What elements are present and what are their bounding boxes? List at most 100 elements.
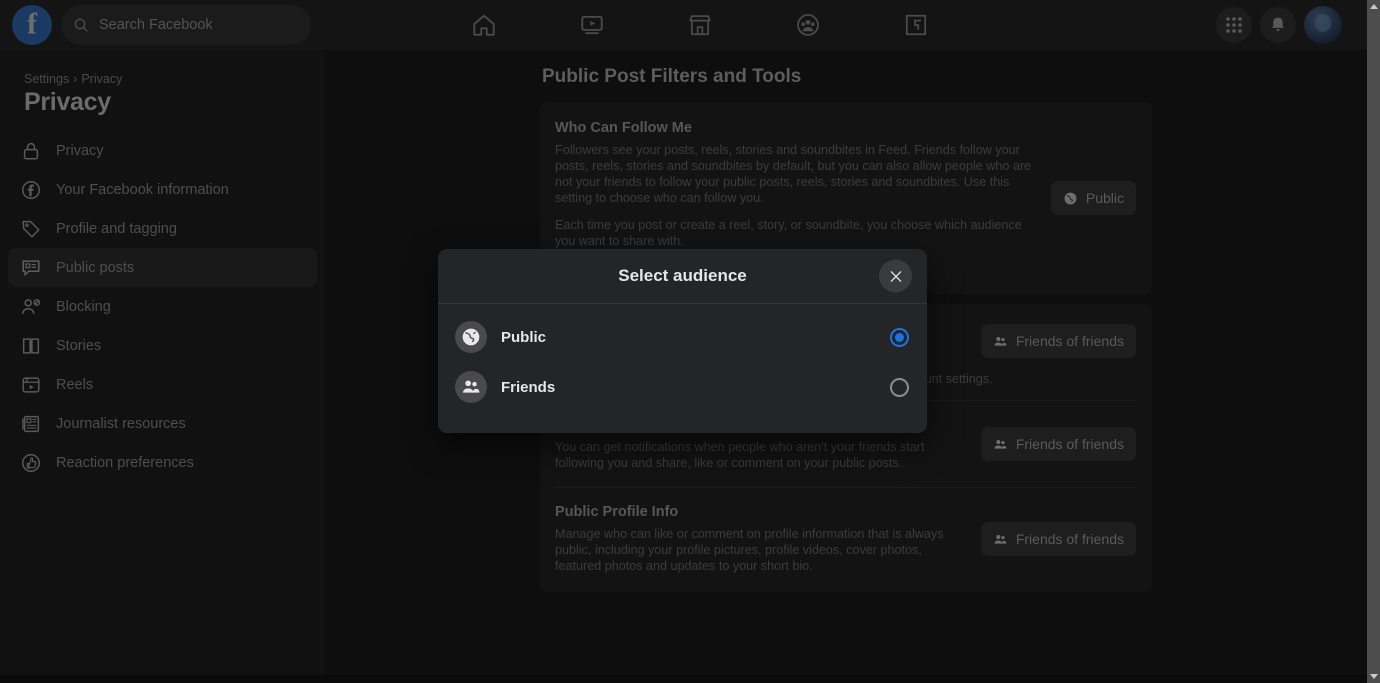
menu-grid-button[interactable] xyxy=(1216,7,1252,43)
reels-play-icon xyxy=(20,374,42,396)
nav-center-group xyxy=(430,0,970,50)
card-body: Public Profile Info Manage who can like … xyxy=(540,488,1152,590)
audience-selector-button[interactable]: Public xyxy=(1051,181,1136,215)
facebook-circle-icon xyxy=(20,179,42,201)
groups-icon xyxy=(795,12,821,38)
setting-description: Followers see your posts, reels, stories… xyxy=(555,142,1037,206)
friends-icon xyxy=(461,377,481,397)
select-audience-dialog: Select audience Public xyxy=(438,249,927,433)
breadcrumb-current: Privacy xyxy=(81,72,122,86)
breadcrumb-separator: › xyxy=(73,72,77,86)
nav-home-button[interactable] xyxy=(430,0,538,50)
pill-label: Friends of friends xyxy=(1016,531,1124,547)
sidebar-item-label: Your Facebook information xyxy=(56,182,229,198)
nav-groups-button[interactable] xyxy=(754,0,862,50)
sidebar-item-your-facebook-information[interactable]: Your Facebook information xyxy=(8,170,317,209)
sidebar-item-label: Blocking xyxy=(56,299,111,315)
nav-gaming-button[interactable] xyxy=(862,0,970,50)
friends-icon xyxy=(993,334,1008,349)
gaming-icon xyxy=(903,12,929,38)
setting-heading: Public Profile Info xyxy=(555,504,967,520)
facebook-logo-icon[interactable]: f xyxy=(12,5,52,45)
chevron-up-icon xyxy=(1370,4,1378,9)
sidebar-item-stories[interactable]: Stories xyxy=(8,326,317,365)
globe-icon xyxy=(1063,191,1078,206)
nav-right-group xyxy=(1216,0,1342,50)
audience-selector-button[interactable]: Friends of friends xyxy=(981,522,1136,556)
sidebar-item-journalist-resources[interactable]: Journalist resources xyxy=(8,404,317,443)
setting-heading: Who Can Follow Me xyxy=(555,120,1037,136)
globe-icon xyxy=(461,327,481,347)
audience-option-friends[interactable]: Friends xyxy=(438,362,927,412)
sidebar-item-reels[interactable]: Reels xyxy=(8,365,317,404)
scroll-up-button[interactable] xyxy=(1367,0,1380,13)
audience-option-public[interactable]: Public xyxy=(438,312,927,362)
facebook-privacy-settings-page: f Search Facebook xyxy=(0,0,1380,683)
radio-public[interactable] xyxy=(890,328,909,347)
friends-icon xyxy=(993,437,1008,452)
thumbs-up-icon xyxy=(20,452,42,474)
tag-icon xyxy=(20,218,42,240)
page-title: Privacy xyxy=(8,86,317,131)
sidebar-item-label: Public posts xyxy=(56,260,134,276)
search-icon xyxy=(73,17,89,33)
profile-avatar[interactable] xyxy=(1304,6,1342,44)
breadcrumb: Settings › Privacy xyxy=(8,66,317,86)
top-navigation-bar: f Search Facebook xyxy=(0,0,1367,50)
dialog-header: Select audience xyxy=(438,249,927,304)
option-label: Friends xyxy=(501,379,890,396)
pill-label: Public xyxy=(1086,190,1124,206)
sidebar-item-public-posts[interactable]: Public posts xyxy=(8,248,317,287)
comment-post-icon xyxy=(20,257,42,279)
section-title: Public Post Filters and Tools xyxy=(540,64,1152,102)
sidebar-item-blocking[interactable]: Blocking xyxy=(8,287,317,326)
setting-row: Public Profile Info Manage who can like … xyxy=(555,504,1136,574)
settings-sidebar: Settings›Privacy Privacy Privacy Your Fa… xyxy=(0,50,325,683)
nav-video-button[interactable] xyxy=(538,0,646,50)
option-icon-wrap xyxy=(455,321,487,353)
search-input[interactable]: Search Facebook xyxy=(61,5,311,45)
sidebar-item-label: Privacy xyxy=(56,143,104,159)
setting-description: Each time you post or create a reel, sto… xyxy=(555,217,1037,249)
breadcrumb-root[interactable]: Settings xyxy=(24,72,69,86)
close-icon xyxy=(888,268,904,284)
sidebar-item-label: Journalist resources xyxy=(56,416,186,432)
lock-icon xyxy=(20,140,42,162)
radio-friends[interactable] xyxy=(890,378,909,397)
setting-description: You can get notifications when people wh… xyxy=(555,439,967,471)
pill-label: Friends of friends xyxy=(1016,436,1124,452)
marketplace-icon xyxy=(687,12,713,38)
setting-description: Manage who can like or comment on profil… xyxy=(555,526,967,574)
notifications-bell-icon xyxy=(1268,15,1288,35)
sidebar-item-reaction-preferences[interactable]: Reaction preferences xyxy=(8,443,317,482)
chevron-down-icon xyxy=(1370,674,1378,679)
option-label: Public xyxy=(501,329,890,346)
friends-icon xyxy=(993,532,1008,547)
audience-options-list: Public Friends xyxy=(438,304,927,412)
setting-text: Public Profile Info Manage who can like … xyxy=(555,504,981,574)
browser-scrollbar[interactable] xyxy=(1367,0,1380,683)
block-user-icon xyxy=(20,296,42,318)
nav-marketplace-button[interactable] xyxy=(646,0,754,50)
sidebar-item-privacy[interactable]: Privacy xyxy=(8,131,317,170)
option-icon-wrap xyxy=(455,371,487,403)
sidebar-item-profile-and-tagging[interactable]: Profile and tagging xyxy=(8,209,317,248)
news-icon xyxy=(20,413,42,435)
sidebar-item-label: Reaction preferences xyxy=(56,455,194,471)
book-icon xyxy=(20,335,42,357)
dialog-title: Select audience xyxy=(618,266,747,286)
sidebar-item-label: Stories xyxy=(56,338,101,354)
scroll-down-button[interactable] xyxy=(1367,670,1380,683)
home-icon xyxy=(471,12,497,38)
audience-selector-button[interactable]: Friends of friends xyxy=(981,324,1136,358)
audience-selector-button[interactable]: Friends of friends xyxy=(981,427,1136,461)
facebook-logo-letter: f xyxy=(12,9,52,39)
pill-label: Friends of friends xyxy=(1016,333,1124,349)
menu-grid-icon xyxy=(1224,15,1244,35)
search-placeholder-text: Search Facebook xyxy=(99,17,213,33)
bottom-strip xyxy=(0,675,1367,683)
sidebar-item-label: Reels xyxy=(56,377,93,393)
notifications-button[interactable] xyxy=(1260,7,1296,43)
close-button[interactable] xyxy=(879,260,912,293)
sidebar-item-label: Profile and tagging xyxy=(56,221,177,237)
